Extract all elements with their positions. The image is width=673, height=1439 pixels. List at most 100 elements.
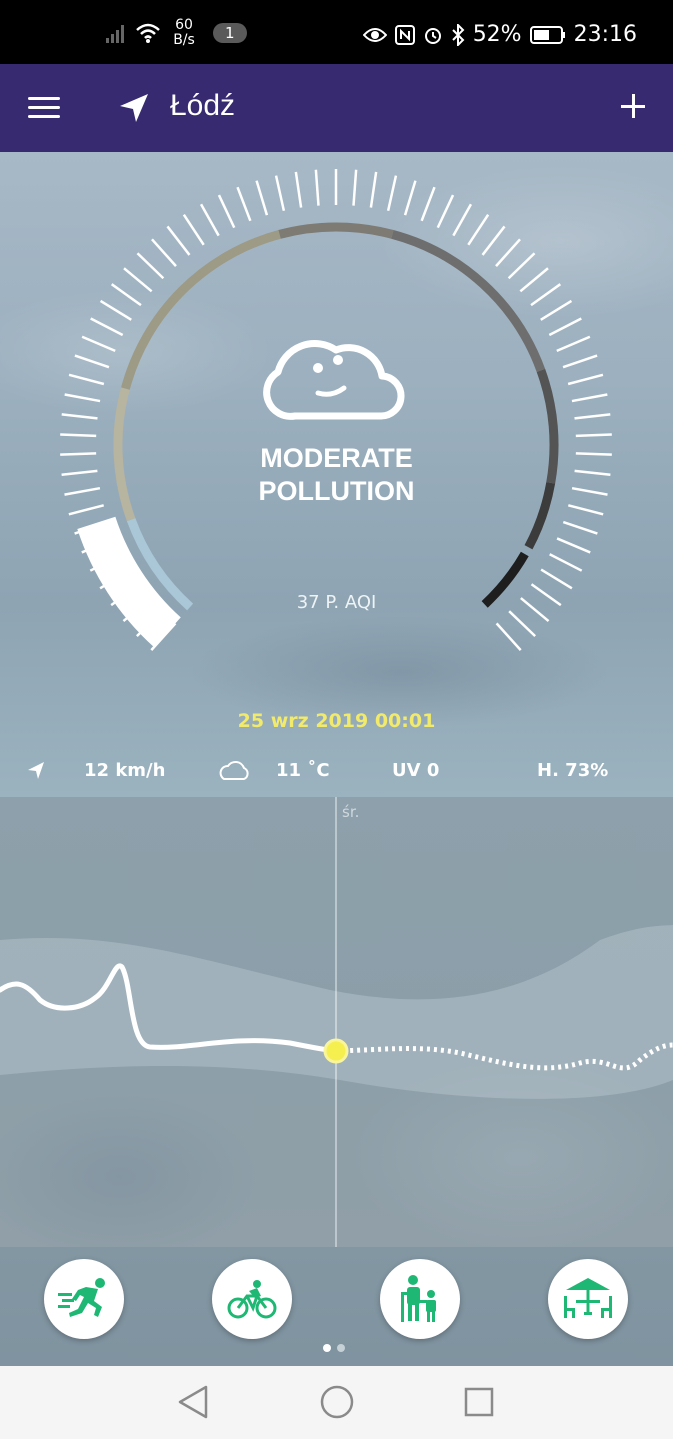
net-speed-unit: B/s	[173, 32, 195, 48]
gauge-tick	[481, 225, 506, 256]
gauge-tick	[549, 553, 583, 572]
cellular-signal-icon	[106, 25, 124, 43]
back-icon[interactable]	[176, 1384, 210, 1420]
network-speed: 60 B/s	[169, 18, 199, 48]
cycling-icon	[227, 1280, 277, 1319]
gauge-tick	[556, 537, 591, 554]
gauge-tick	[540, 568, 573, 590]
gauge-tick	[386, 175, 398, 212]
cloud-face-icon	[263, 340, 405, 420]
gauge-tick	[61, 413, 98, 420]
gauge-tick	[540, 299, 573, 321]
gauge-tick	[274, 175, 286, 212]
cloud-icon	[219, 761, 249, 780]
gauge-tick	[562, 520, 598, 535]
status-line-1: MODERATE	[260, 443, 413, 473]
pollution-status: MODERATE POLLUTION	[0, 442, 673, 508]
gauge-tick	[217, 194, 236, 229]
gauge-tick	[436, 194, 455, 229]
gauge-tick	[452, 203, 473, 237]
gauge-tick	[255, 180, 269, 216]
running-activity-button[interactable]	[44, 1259, 124, 1339]
menu-icon[interactable]	[28, 97, 60, 119]
page-indicator	[323, 1344, 345, 1352]
gauge-tick	[236, 186, 252, 222]
weather-summary: 12 km/h 11 ˚C UV 0 H. 73%	[0, 756, 673, 786]
status-bar: 60 B/s 1 52% 23:16	[0, 0, 673, 64]
wind-direction-icon	[28, 762, 44, 779]
gauge-tick	[294, 171, 303, 208]
battery-icon	[529, 25, 565, 44]
notification-badge: 1	[213, 23, 247, 43]
day-label: śr.	[342, 803, 360, 821]
gauge-tick	[123, 267, 153, 293]
page-dot[interactable]	[337, 1344, 345, 1352]
gauge-tick	[403, 180, 417, 216]
gauge-tick	[575, 433, 612, 438]
gauge-tick	[420, 186, 436, 222]
gauge-tick	[90, 317, 124, 337]
gauge-tick	[519, 267, 549, 293]
gauge-scale-segment	[391, 230, 546, 372]
home-icon[interactable]	[319, 1384, 355, 1420]
status-line-2: POLLUTION	[258, 476, 415, 506]
gauge-tick	[495, 238, 521, 267]
gauge-tick	[60, 433, 97, 438]
aqi-gauge	[60, 169, 612, 651]
add-location-icon[interactable]	[621, 94, 645, 118]
measurement-date: 25 wrz 2019 00:01	[237, 710, 436, 732]
gauge-tick	[507, 252, 536, 280]
elderly-and-child-icon	[401, 1275, 436, 1322]
gauge-tick	[574, 413, 611, 420]
patio-table-umbrella-icon	[564, 1278, 612, 1318]
gauge-tick	[199, 203, 220, 237]
gauge-tick	[136, 252, 165, 280]
app-bar: Łódź	[0, 64, 673, 152]
gauge-tick	[110, 283, 142, 307]
temperature: 11 ˚C	[276, 760, 330, 781]
forecast-chart[interactable]	[0, 797, 673, 1247]
cycling-activity-button[interactable]	[212, 1259, 292, 1339]
outdoor-dining-activity-button[interactable]	[548, 1259, 628, 1339]
alarm-icon	[424, 27, 441, 44]
eye-icon	[362, 27, 387, 42]
bluetooth-icon	[451, 23, 465, 46]
wind-speed: 12 km/h	[84, 760, 166, 781]
gauge-tick	[151, 238, 177, 267]
gauge-tick	[68, 373, 105, 386]
gauge-scale-segment	[121, 230, 281, 390]
current-value-marker	[323, 1038, 349, 1064]
system-navigation-bar	[0, 1366, 673, 1439]
gauge-tick	[508, 610, 537, 637]
running-icon	[58, 1278, 105, 1317]
gauge-tick	[182, 214, 205, 246]
city-name[interactable]: Łódź	[170, 89, 235, 123]
gauge-scale-segment	[278, 222, 394, 239]
gauge-tick	[81, 335, 116, 353]
gauge-tick	[369, 171, 378, 208]
gauge-tick	[562, 354, 598, 369]
humidity: H. 73%	[537, 760, 609, 781]
gauge-tick	[571, 393, 608, 403]
gauge-tick	[567, 373, 604, 386]
recents-icon[interactable]	[463, 1384, 495, 1420]
location-arrow-icon[interactable]	[118, 92, 150, 124]
gauge-tick	[74, 354, 110, 369]
aqi-value: 37 P. AQI	[296, 592, 377, 613]
battery-percent: 52%	[472, 22, 522, 47]
page-dot-active[interactable]	[323, 1344, 331, 1352]
gauge-tick	[467, 214, 490, 246]
gauge-tick	[495, 622, 522, 651]
nfc-icon	[394, 24, 415, 45]
gauge-tick	[556, 335, 591, 353]
gauge-tick	[64, 393, 101, 403]
gauge-tick	[548, 317, 582, 337]
clock: 23:16	[573, 22, 637, 47]
gauge-tick	[166, 225, 191, 256]
wifi-icon	[136, 23, 160, 43]
gauge-tick	[352, 169, 358, 206]
gauge-tick	[314, 169, 320, 206]
gauge-tick	[530, 283, 562, 307]
elderly-children-activity-button[interactable]	[380, 1259, 460, 1339]
uv-index: UV 0	[392, 760, 440, 781]
